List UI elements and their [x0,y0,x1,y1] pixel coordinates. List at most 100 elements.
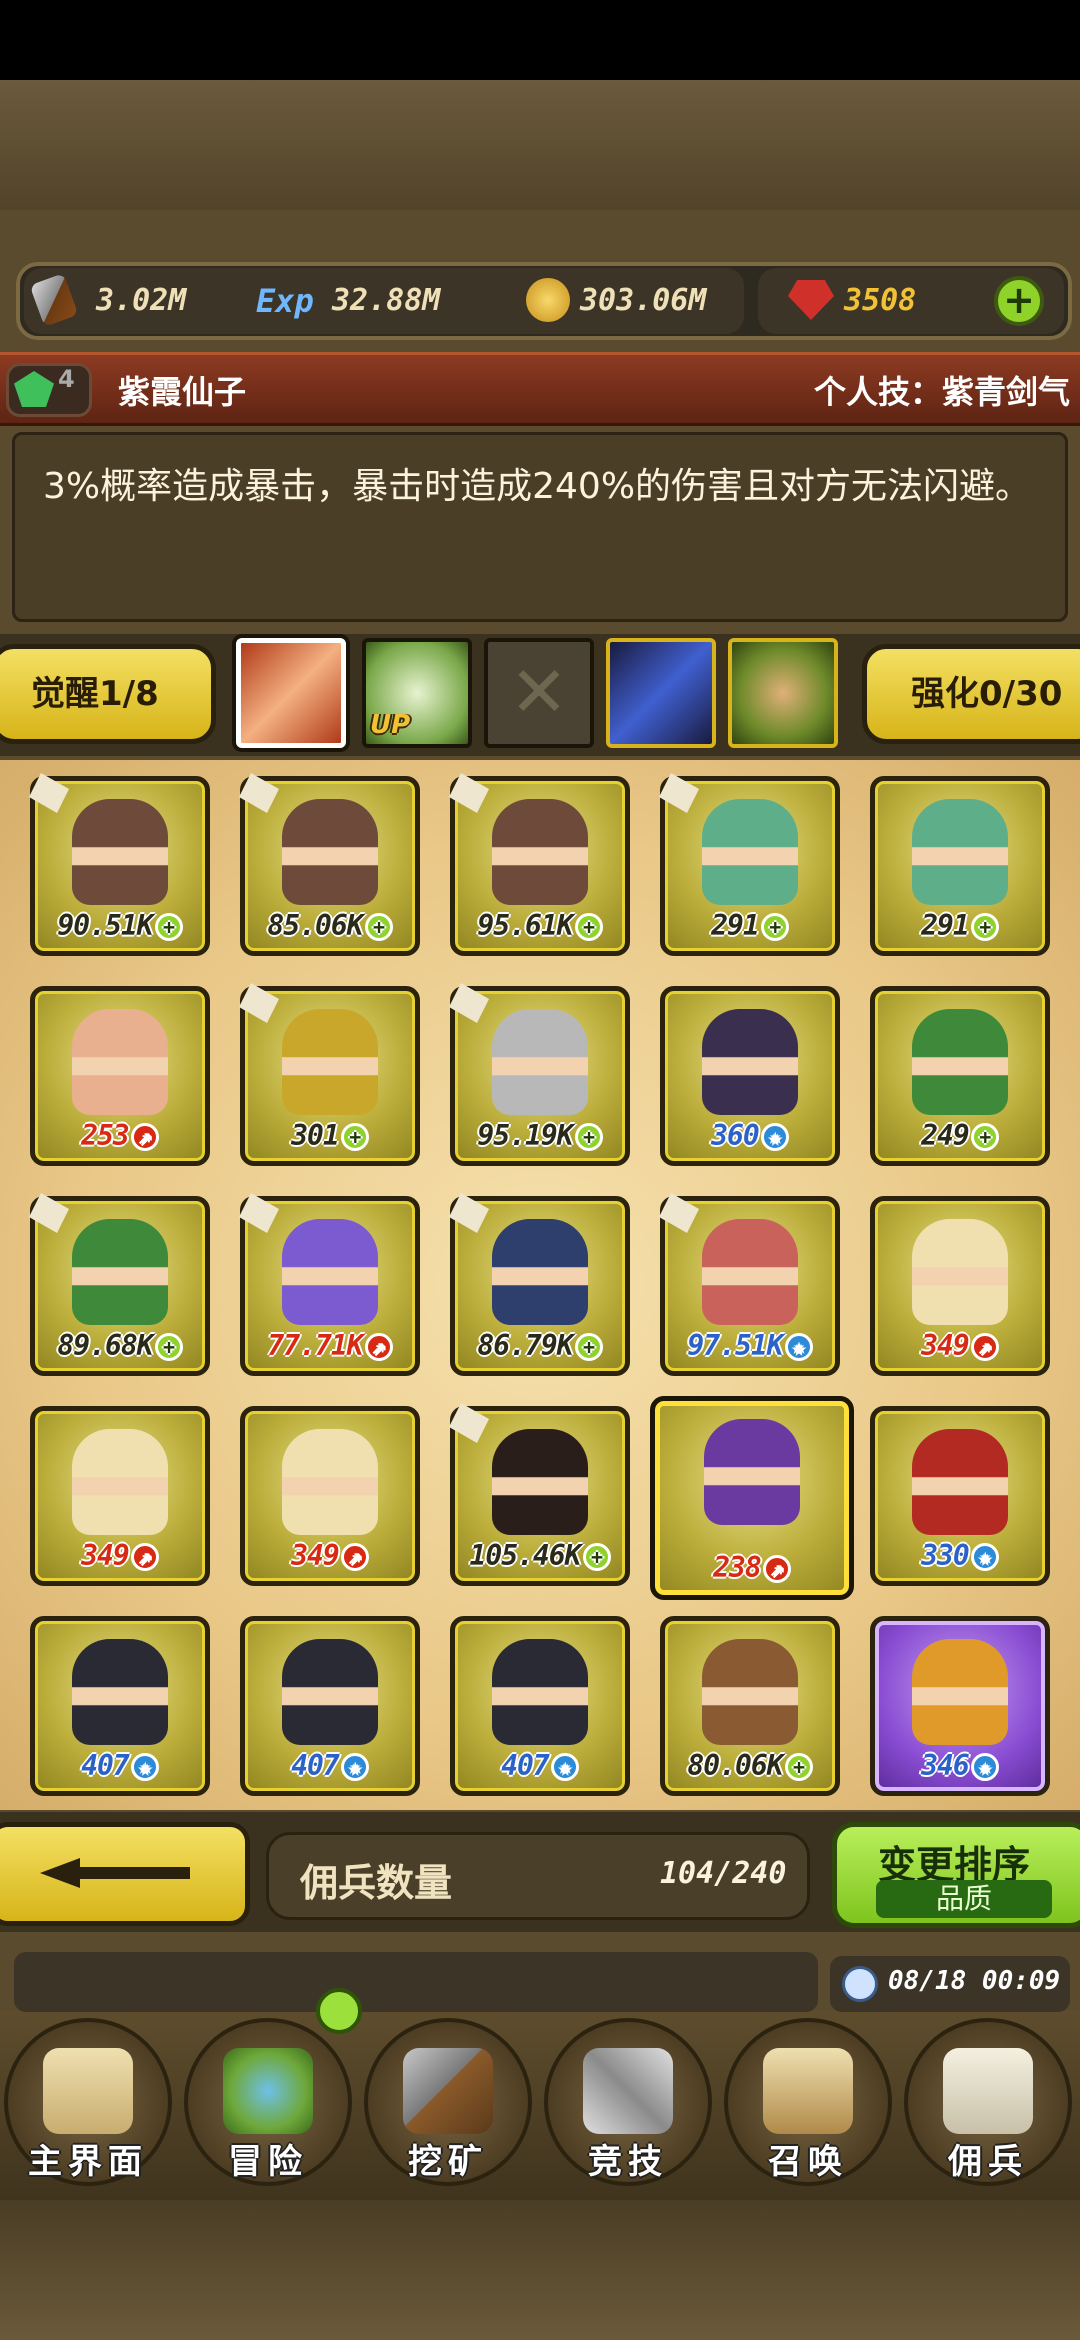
nav-item-label: 佣兵 [948,2142,1028,2182]
gem-value: 3508 [844,283,917,318]
attack-badge-icon: ↗ [340,1543,369,1571]
plus-badge-icon: + [970,913,999,941]
mercenary-power: 105.46K + [455,1539,625,1572]
star-badge-icon: ★ [784,1333,813,1361]
mercenary-card[interactable]: 349 ↗ [870,1196,1050,1376]
mercenary-card[interactable]: 85.06K + [239,773,420,956]
mercenary-portrait [912,1009,1008,1115]
mercenary-card[interactable]: 80.06K + [660,1616,840,1796]
mercenary-power-value: 249 [921,1119,970,1152]
mercenary-card[interactable]: 77.71K ↗ [239,1193,420,1376]
mercenary-power: 249 + [875,1119,1045,1152]
mercenary-card[interactable]: 86.79K + [449,1193,630,1376]
scroll-skill-icon[interactable] [728,638,838,748]
equipment-corner-icon [449,1403,489,1443]
mercenary-power-value: 349 [921,1329,970,1362]
message-bar [14,1952,818,2012]
skill-description: 3%概率造成暴击，暴击时造成240%的伤害且对方无法闪避。 [43,466,1032,507]
equipment-corner-icon [239,1193,279,1233]
mercenary-portrait [492,799,588,905]
mercenary-portrait [912,1639,1008,1745]
nav-item-5[interactable]: 召唤 [724,2018,892,2186]
mercenary-power-value: 291 [921,909,970,942]
mercenary-card[interactable]: 97.51K ★ [659,1193,840,1376]
mercenary-card[interactable]: 89.68K + [29,1193,210,1376]
mercenary-card[interactable]: 407 ★ [450,1616,630,1796]
plus-badge-icon: + [970,1123,999,1151]
mercenary-card[interactable]: 360 ★ [660,986,840,1166]
mercenary-portrait [72,1009,168,1115]
mercenary-card[interactable]: 238 ↗ [650,1396,854,1600]
equipment-corner-icon [659,773,699,813]
mercenary-power: 346 ★ [875,1749,1045,1782]
star-badge-icon: ★ [130,1753,159,1781]
enhance-button[interactable]: 强化0/30 [862,644,1080,744]
plus-badge-icon: + [340,1123,369,1151]
mercenary-power-value: 95.19K [477,1119,573,1152]
pickaxe-icon [403,2048,493,2134]
mercenary-power: 253 ↗ [35,1119,205,1152]
mercenary-power-value: 291 [711,909,760,942]
mercenary-portrait [282,799,378,905]
gold-coin-icon [526,278,570,322]
mercenary-power: 407 ★ [455,1749,625,1782]
plus-badge-icon: + [574,1123,603,1151]
clock-icon [842,1966,878,2002]
mercenary-portrait [492,1639,588,1745]
mercenary-card[interactable]: 291 + [659,773,840,956]
mercenary-portrait [282,1009,378,1115]
mercenary-portrait [492,1429,588,1535]
attack-value: 3.02M [96,283,187,318]
mercenary-card[interactable]: 346 ★ [870,1616,1050,1796]
mercenary-card[interactable]: 249 + [870,986,1050,1166]
plus-badge-icon: + [574,913,603,941]
personal-skill-label: 个人技：紫青剑气 [813,373,1070,411]
mercenary-card[interactable]: 330 ★ [870,1406,1050,1586]
mercenary-power-value: 360 [711,1119,760,1152]
mercenary-power-value: 95.61K [477,909,573,942]
mercenary-power: 90.51K + [35,909,205,942]
mercenary-card[interactable]: 349 ↗ [30,1406,210,1586]
nav-item-2[interactable]: 冒险 [184,2018,352,2186]
tent-icon [943,2048,1033,2134]
mercenary-power-value: 77.71K [267,1329,363,1362]
nav-item-3[interactable]: 挖矿 [364,2018,532,2186]
mercenary-power-value: 407 [291,1749,340,1782]
plus-badge-icon: + [574,1333,603,1361]
tornado-skill-icon[interactable]: UP [362,638,472,748]
nav-item-4[interactable]: 竞技 [544,2018,712,2186]
mercenary-card[interactable]: 349 ↗ [240,1406,420,1586]
mercenary-portrait [702,799,798,905]
locked-skill-slot-icon: ✕ [484,638,594,748]
mercenary-card[interactable]: 301 + [239,983,420,1166]
equipment-corner-icon [29,773,69,813]
crossed-swords-skill-icon[interactable] [236,638,346,748]
mercenary-card[interactable]: 105.46K + [449,1403,630,1586]
mercenary-portrait [72,1429,168,1535]
mercenary-card[interactable]: 253 ↗ [30,986,210,1166]
awaken-button[interactable]: 觉醒1/8 [0,644,216,744]
plus-badge-icon: + [364,913,393,941]
equipment-corner-icon [449,1193,489,1233]
mercenary-card[interactable]: 90.51K + [29,773,210,956]
mercenary-power-value: 238 [713,1551,762,1584]
attack-badge-icon: ↗ [130,1543,159,1571]
mercenary-portrait [912,799,1008,905]
star-badge-icon: ★ [970,1753,999,1781]
mercenary-card[interactable]: 95.19K + [449,983,630,1166]
mercenary-card[interactable]: 95.61K + [449,773,630,956]
sort-mode-label: 品质 [876,1880,1052,1918]
add-gems-button[interactable]: + [994,276,1044,326]
mercenary-card[interactable]: 407 ★ [30,1616,210,1796]
mercenary-card[interactable]: 291 + [870,776,1050,956]
mercenary-power: 238 ↗ [655,1551,849,1584]
attack-badge-icon: ↗ [130,1123,159,1151]
nav-item-1[interactable]: 主界面 [4,2018,172,2186]
star-badge-icon: ★ [340,1753,369,1781]
mercenary-power-value: 349 [81,1539,130,1572]
blue-sword-skill-icon[interactable] [606,638,716,748]
mercenary-power-value: 97.51K [687,1329,783,1362]
nav-item-6[interactable]: 佣兵 [904,2018,1072,2186]
nav-item-label: 召唤 [768,2142,848,2182]
mercenary-card[interactable]: 407 ★ [240,1616,420,1796]
